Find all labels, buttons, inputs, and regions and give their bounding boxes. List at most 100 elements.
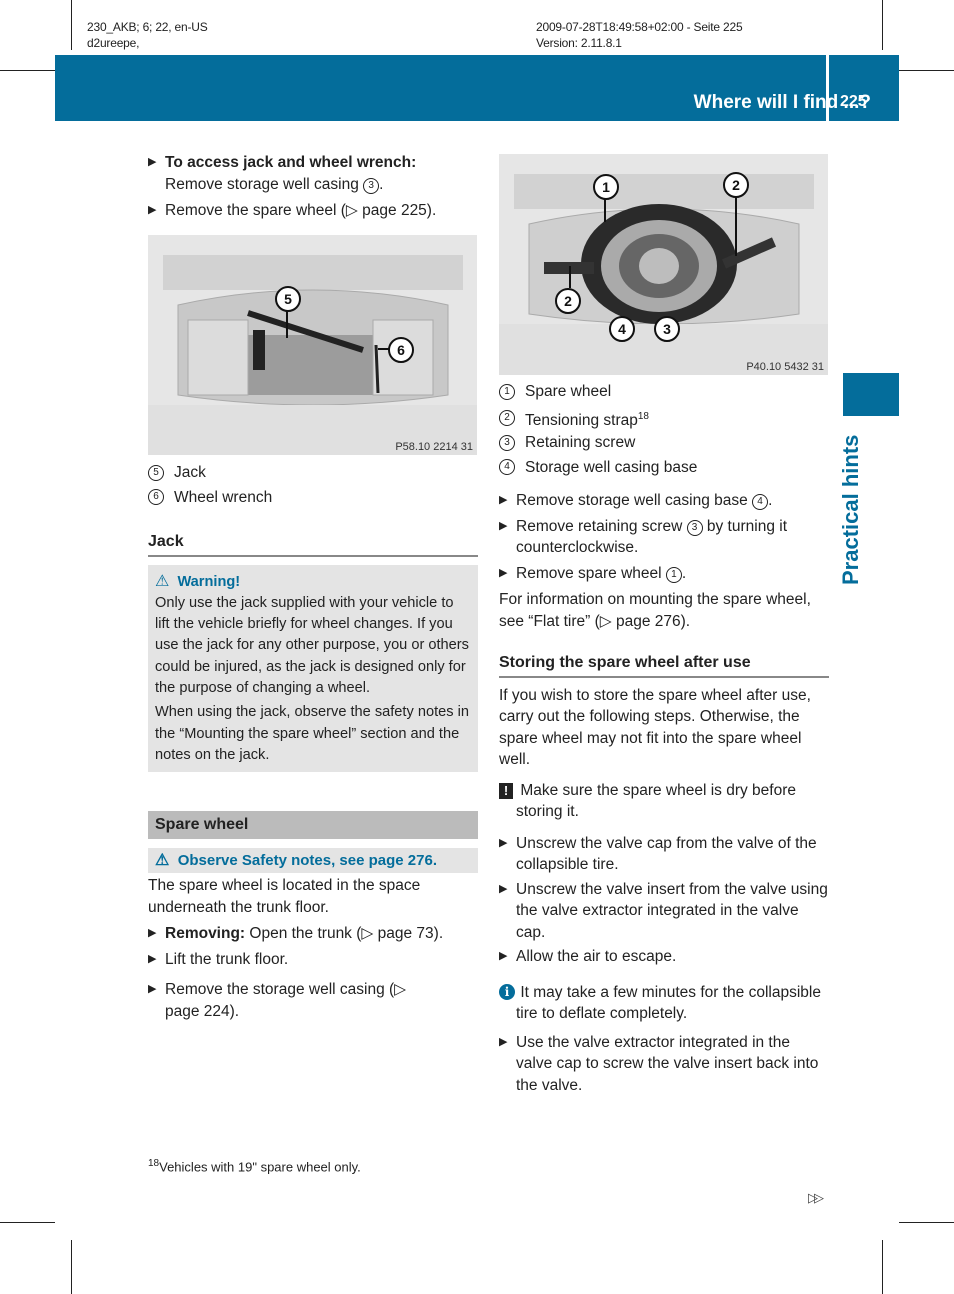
step-arrow-icon: ▶: [499, 836, 508, 849]
warning-text: When using the jack, observe the safety …: [155, 704, 469, 763]
header-divider: [826, 55, 829, 121]
footnote: 18Vehicles with 19" spare wheel only.: [148, 1158, 361, 1174]
meta-author: d2ureepe,: [87, 36, 140, 50]
step-arrow-icon: ▶: [148, 983, 157, 996]
legend-label-text: Tensioning strap: [525, 411, 638, 429]
step-unscrew-insert: ▶ Unscrew the valve insert from the valv…: [499, 879, 829, 944]
step-arrow-icon: ▶: [148, 927, 157, 940]
step-text: .: [681, 564, 687, 582]
step-arrow-icon: ▶: [148, 156, 157, 168]
photo-callout-2-left: 2: [555, 288, 581, 314]
step-bold-label: Removing:: [165, 925, 246, 943]
step-text: Remove spare wheel: [516, 564, 666, 582]
callout-leader: [604, 198, 606, 222]
step-arrow-icon: ▶: [148, 204, 157, 216]
storing-intro-text: If you wish to store the spare wheel aft…: [499, 686, 811, 769]
step-text: Remove storage well casing: [165, 175, 359, 193]
legend-label: Storage well casing base: [525, 458, 698, 476]
step-arrow-icon: ▶: [148, 952, 157, 965]
page-number: 225: [840, 93, 867, 110]
callout-ref: 3: [686, 519, 703, 536]
step-remove-casing: ▶ Remove the storage well casing (▷ page…: [148, 979, 415, 1022]
photo-callout-3: 3: [654, 316, 680, 342]
step-text: Open the trunk (▷ page 73).: [245, 925, 444, 943]
legend-number: 5: [148, 464, 164, 481]
crop-mark: [899, 70, 954, 71]
page-ref-arrow-icon: ▷: [345, 202, 363, 219]
legend-number: 1: [499, 383, 515, 400]
page-ref-link[interactable]: page 225).: [362, 202, 436, 219]
legend-number: 3: [499, 434, 515, 451]
chapter-label: Practical hints: [838, 434, 863, 585]
legend-label: Tensioning strap18: [525, 406, 649, 432]
info-note: i It may take a few minutes for the coll…: [499, 982, 829, 1025]
photo-callout-1: 1: [593, 174, 619, 200]
callout-ref: 3: [363, 177, 380, 194]
mounting-info-text: For information on mounting the spare wh…: [499, 591, 811, 630]
legend-label: Wheel wrench: [174, 488, 273, 506]
safety-note-link[interactable]: Observe Safety notes, see page 276.: [178, 852, 437, 869]
spare-intro-text: The spare wheel is located in the space …: [148, 877, 421, 916]
step-arrow-icon: ▶: [499, 494, 508, 507]
step-text: Remove retaining screw: [516, 517, 687, 535]
legend-number: 2: [499, 410, 515, 427]
callout-leader: [286, 310, 288, 338]
info-icon: i: [499, 983, 515, 1000]
step-arrow-icon: ▶: [499, 519, 508, 532]
step-arrow-icon: ▶: [499, 566, 508, 579]
step-unscrew-cap: ▶ Unscrew the valve cap from the valve o…: [499, 833, 829, 876]
jack-heading: Jack: [148, 531, 478, 557]
step-arrow-icon: ▶: [499, 882, 508, 895]
step-text: Remove the storage well casing (▷ page 2…: [165, 981, 407, 1020]
photo-callout-6: 6: [388, 337, 414, 363]
meta-doc-id: 230_AKB; 6; 22, en-US: [87, 20, 208, 34]
spare-wheel-heading: Spare wheel: [148, 811, 478, 839]
step-arrow-icon: ▶: [499, 950, 508, 963]
step-text: Allow the air to escape.: [516, 948, 677, 966]
legend-item: 2 Tensioning strap18: [499, 406, 829, 432]
meta-right: 2009-07-28T18:49:58+02:00 - Seite 225 Ve…: [536, 19, 743, 51]
continue-arrow-icon: ▷▷: [808, 1190, 824, 1205]
trunk-illustration: [148, 235, 477, 455]
crop-mark: [0, 1222, 55, 1223]
step-reinsert: ▶ Use the valve extractor integrated in …: [499, 1032, 829, 1097]
legend-item: 6 Wheel wrench: [148, 487, 478, 509]
callout-ref: 4: [752, 494, 769, 511]
crop-mark: [71, 1240, 72, 1294]
legend-number: 4: [499, 459, 515, 476]
warning-box: ⚠ Warning! Only use the jack supplied wi…: [148, 564, 478, 773]
footnote-number: 18: [148, 1158, 160, 1169]
step-bold-label: To access jack and wheel wrench:: [165, 154, 417, 171]
photo-code: P58.10 2214 31: [395, 441, 473, 453]
warning-triangle-icon: ⚠: [155, 572, 170, 590]
photo-callout-4: 4: [609, 316, 635, 342]
photo-callout-2-right: 2: [723, 172, 749, 198]
legend-item: 3 Retaining screw: [499, 432, 829, 454]
legend-item: 1 Spare wheel: [499, 381, 829, 403]
step-remove-wheel: ▶ Remove spare wheel 1.: [499, 563, 829, 585]
meta-left: 230_AKB; 6; 22, en-US d2ureepe,: [87, 19, 208, 51]
step-remove-base: ▶ Remove storage well casing base 4.: [499, 490, 829, 512]
right-column: 1 Spare wheel 2 Tensioning strap18 3 Ret…: [499, 381, 829, 1096]
crop-mark: [71, 0, 72, 50]
step-text: Remove storage well casing base: [516, 492, 753, 510]
legend-number: 6: [148, 489, 164, 506]
meta-timestamp: 2009-07-28T18:49:58+02:00 - Seite 225: [536, 20, 743, 34]
step-text: Unscrew the valve insert from the valve …: [516, 880, 828, 941]
trunk-jack-photo: 5 6 P58.10 2214 31: [148, 235, 477, 455]
info-text: It may take a few minutes for the collap…: [516, 983, 821, 1023]
step-text: Unscrew the valve cap from the valve of …: [516, 834, 817, 874]
footnote-ref[interactable]: 18: [638, 411, 649, 422]
caution-note: ! Make sure the spare wheel is dry befor…: [499, 780, 829, 823]
photo-code: P40.10 5432 31: [746, 361, 824, 373]
meta-version: Version: 2.11.8.1: [536, 36, 622, 50]
left-column: ▶ To access jack and wheel wrench: Remov…: [148, 152, 478, 222]
step-text: Use the valve extractor integrated in th…: [516, 1033, 819, 1094]
photo-callout-5: 5: [275, 286, 301, 312]
spare-wheel-illustration: [499, 154, 828, 375]
step-removing: ▶ Removing: Open the trunk (▷ page 73).: [148, 923, 478, 945]
legend-label: Spare wheel: [525, 383, 612, 400]
step-allow-air: ▶ Allow the air to escape.: [499, 946, 829, 968]
caution-exclamation-icon: !: [499, 782, 513, 799]
left-column-lower: 5 Jack 6 Wheel wrench Jack ⚠ Warning! On…: [148, 462, 478, 1022]
